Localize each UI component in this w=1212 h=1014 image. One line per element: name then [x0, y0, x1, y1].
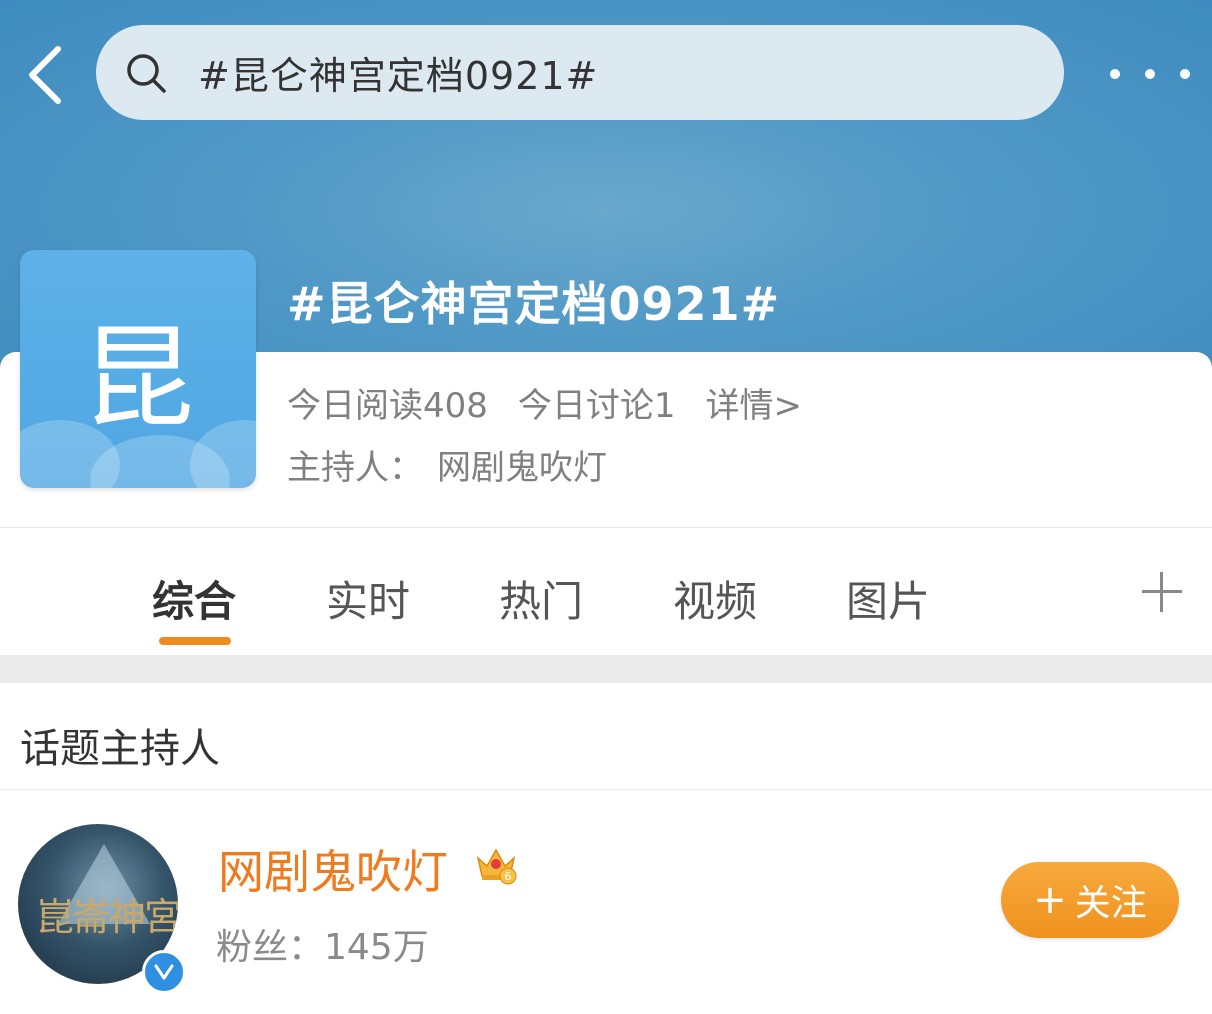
topic-title: #昆仑神宫定档0921#	[287, 277, 781, 331]
section-divider	[0, 655, 1212, 683]
topic-stats: 今日阅读408 今日讨论1 详情>	[287, 378, 802, 427]
follow-button[interactable]: + 关注	[1001, 862, 1179, 938]
follow-button-label: 关注	[1074, 883, 1147, 924]
search-query[interactable]: #昆仑神宫定档0921#	[198, 45, 598, 100]
avatar-logo-text: 崑崙神宮	[36, 895, 178, 939]
dot-icon	[1145, 69, 1155, 79]
detail-link[interactable]: 详情>	[706, 378, 803, 427]
dot-icon	[1110, 69, 1120, 79]
search-bar[interactable]: #昆仑神宫定档0921#	[96, 25, 1064, 120]
tab-hot[interactable]: 热门	[499, 568, 583, 629]
host-section-header: 话题主持人	[0, 683, 1212, 790]
host-name-link[interactable]: 网剧鬼吹灯	[437, 448, 607, 488]
crown-level: 6	[505, 870, 512, 883]
back-button[interactable]	[14, 40, 74, 110]
active-tab-indicator	[159, 637, 231, 645]
topic-host-row: 主持人： 网剧鬼吹灯	[287, 440, 607, 489]
checkmark-v-icon	[154, 964, 174, 980]
dot-icon	[1180, 69, 1190, 79]
tab-images[interactable]: 图片	[846, 568, 930, 629]
host-section-title: 话题主持人	[20, 726, 220, 772]
chevron-left-icon	[29, 46, 61, 104]
verified-badge-icon	[142, 950, 186, 994]
search-icon	[127, 53, 166, 93]
reads-today: 今日阅读408	[287, 386, 488, 426]
add-tab-icon[interactable]	[1138, 568, 1186, 616]
host-label: 主持人：	[287, 448, 423, 488]
host-card-name[interactable]: 网剧鬼吹灯	[218, 836, 448, 902]
tab-all[interactable]: 综合	[152, 568, 236, 629]
crown-icon: 6	[476, 848, 517, 885]
discussions-today: 今日讨论1	[517, 386, 676, 426]
more-options-button[interactable]	[1110, 50, 1190, 98]
plus-icon: +	[1033, 877, 1067, 923]
topic-avatar: 昆	[20, 250, 256, 488]
tab-video[interactable]: 视频	[673, 568, 757, 629]
topic-avatar-char: 昆	[82, 314, 194, 444]
fans-count: 粉丝：145万	[216, 927, 429, 968]
tab-realtime[interactable]: 实时	[326, 568, 410, 629]
